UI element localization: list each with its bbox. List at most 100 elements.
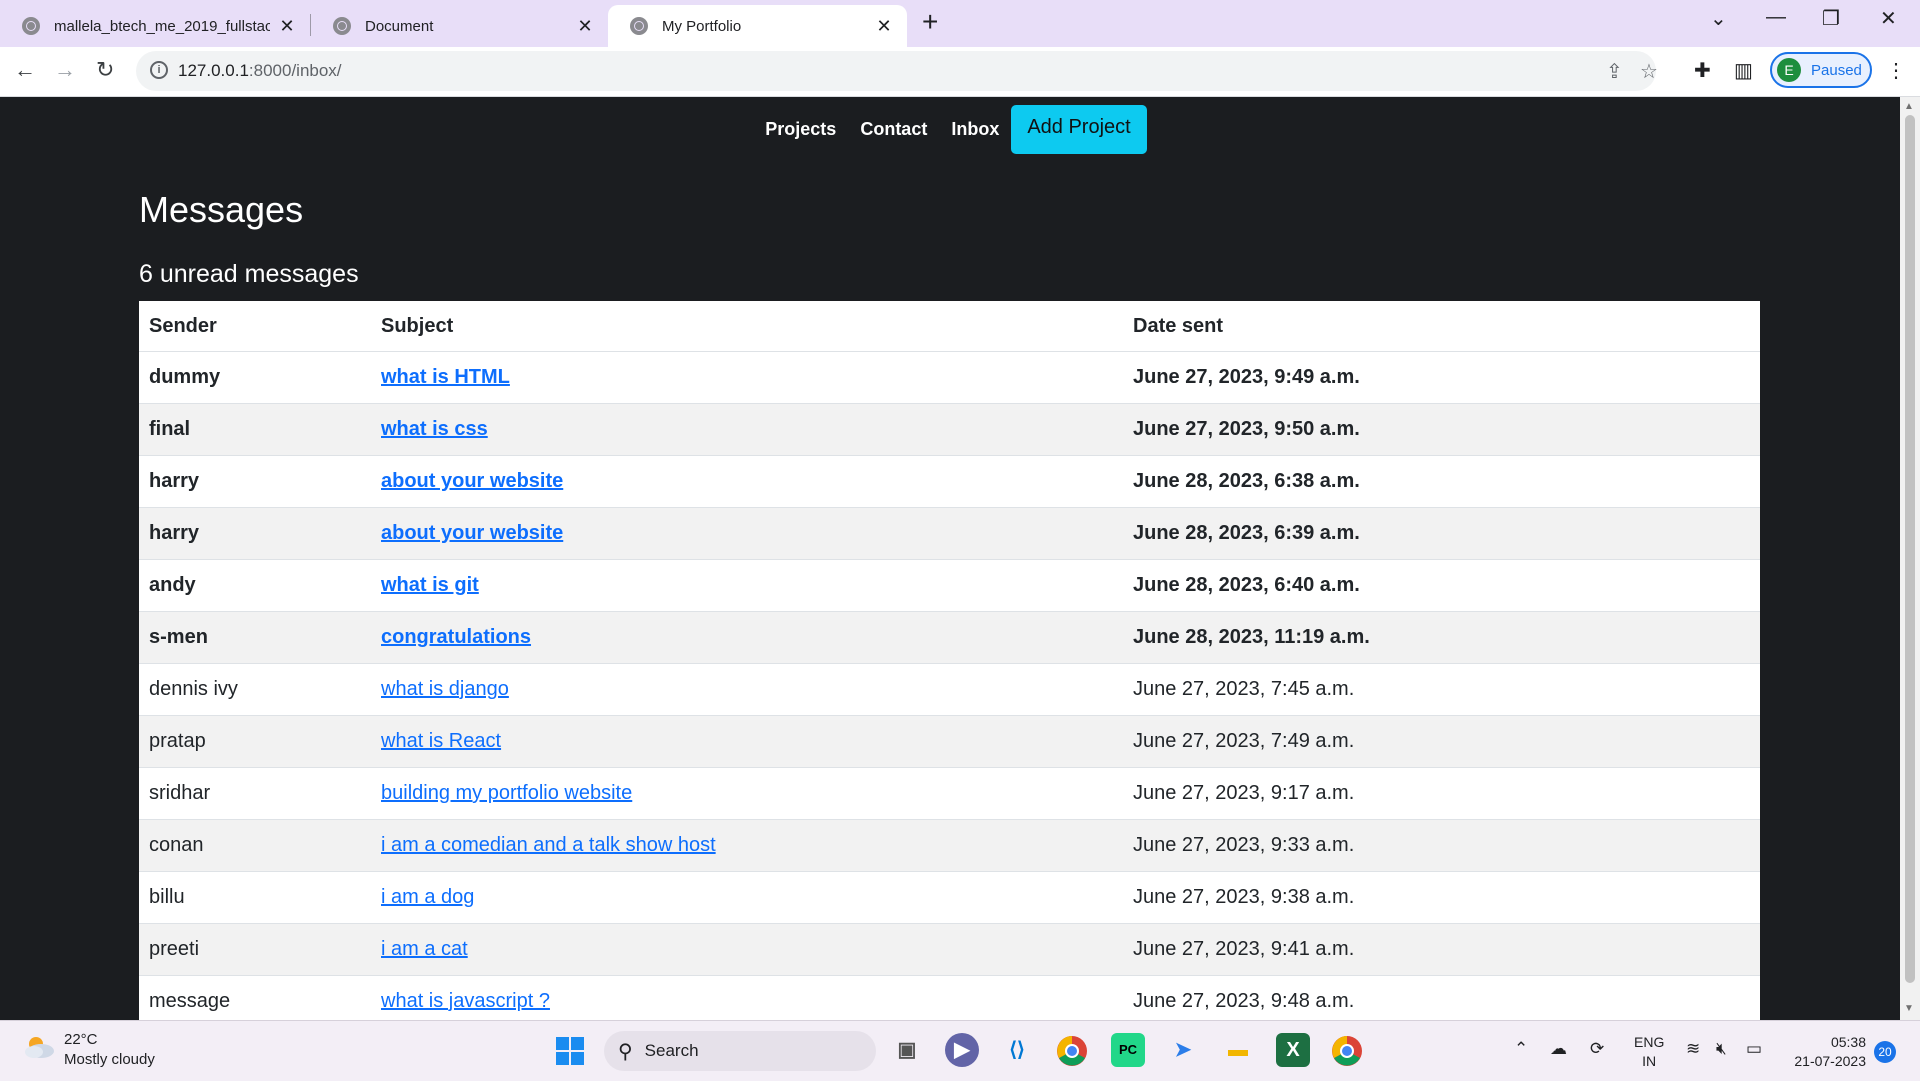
minimize-icon[interactable]: — — [1766, 6, 1786, 29]
subject-link[interactable]: building my portfolio website — [381, 782, 632, 804]
sender-cell: s-men — [139, 611, 371, 664]
scroll-up-arrow-icon[interactable]: ▲ — [1904, 101, 1914, 112]
chevron-up-icon[interactable]: ⌃ — [1514, 1039, 1528, 1059]
sender-cell: billu — [139, 871, 371, 924]
vscode-icon[interactable]: ⟨⟩ — [1000, 1033, 1034, 1067]
nav-projects-link[interactable]: Projects — [753, 105, 848, 154]
add-project-button[interactable]: Add Project — [1011, 105, 1147, 154]
close-icon[interactable]: ✕ — [576, 16, 594, 37]
tab-title: Document — [365, 17, 434, 35]
tab-document[interactable]: Document ✕ — [311, 5, 608, 47]
temperature: 22°C — [64, 1031, 98, 1048]
battery-icon[interactable]: ▭ — [1746, 1039, 1762, 1059]
task-view-icon[interactable]: ▣ — [890, 1033, 924, 1067]
date-cell: June 28, 2023, 6:40 a.m. — [1123, 559, 1760, 612]
scroll-down-arrow-icon[interactable]: ▼ — [1904, 1003, 1914, 1014]
subject-link[interactable]: about your website — [381, 470, 563, 492]
table-row: sridhar building my portfolio website Ju… — [139, 767, 1760, 820]
date-cell: June 27, 2023, 7:49 a.m. — [1123, 715, 1760, 768]
profile-button[interactable]: E Paused — [1770, 52, 1872, 88]
scrollbar-thumb[interactable] — [1905, 115, 1915, 983]
close-icon[interactable]: ✕ — [875, 16, 893, 37]
teams-chat-icon[interactable]: ▶ — [945, 1033, 979, 1067]
unread-count: 6 unread messages — [139, 260, 359, 288]
sender-cell: dummy — [139, 351, 371, 404]
page-scrollbar[interactable]: ▲ ▼ — [1900, 97, 1920, 1020]
weather-condition: Mostly cloudy — [64, 1051, 155, 1068]
wifi-icon[interactable]: ≋ — [1686, 1039, 1700, 1059]
tab-strip: mallela_btech_me_2019_fullstack ✕ Docume… — [0, 0, 1920, 47]
tab-my-portfolio[interactable]: My Portfolio ✕ — [608, 5, 907, 47]
table-row: dummy what is HTML June 27, 2023, 9:49 a… — [139, 351, 1760, 404]
subject-link[interactable]: i am a dog — [381, 886, 474, 908]
tab-mallela[interactable]: mallela_btech_me_2019_fullstack ✕ — [0, 5, 310, 47]
sender-cell: harry — [139, 455, 371, 508]
nav-inbox-link[interactable]: Inbox — [939, 105, 1011, 154]
onedrive-icon[interactable]: ☁ — [1550, 1039, 1567, 1059]
menu-kebab-icon[interactable]: ⋮ — [1886, 58, 1906, 83]
subject-link[interactable]: what is django — [381, 678, 509, 700]
site-nav: Projects Contact Inbox Add Project — [0, 105, 1900, 154]
subject-link[interactable]: what is javascript ? — [381, 990, 550, 1012]
bookmark-star-icon[interactable]: ☆ — [1640, 59, 1658, 84]
page-title: Messages — [139, 189, 304, 230]
back-arrow-icon[interactable]: ← — [14, 57, 36, 83]
restore-icon[interactable]: ❐ — [1822, 6, 1840, 31]
weather-widget[interactable]: 22°C Mostly cloudy — [64, 1030, 155, 1070]
clock[interactable]: 05:38 21-07-2023 — [1786, 1033, 1866, 1071]
share-icon[interactable]: ⇪ — [1606, 59, 1623, 84]
reload-icon[interactable]: ↻ — [96, 57, 114, 83]
chrome-icon[interactable] — [1056, 1035, 1088, 1067]
cloudy-weather-icon[interactable] — [22, 1035, 56, 1059]
url-text[interactable]: 127.0.0.1:8000/inbox/ — [178, 61, 342, 81]
sync-icon[interactable]: ⟳ — [1590, 1039, 1604, 1059]
sender-cell: harry — [139, 507, 371, 560]
globe-icon — [22, 17, 40, 35]
table-header-row: Sender Subject Date sent — [139, 301, 1760, 352]
notification-badge[interactable]: 20 — [1874, 1041, 1896, 1063]
chrome-profile-icon[interactable] — [1331, 1035, 1363, 1067]
date-cell: June 27, 2023, 7:45 a.m. — [1123, 663, 1760, 716]
windows-start-icon[interactable] — [556, 1037, 584, 1065]
sender-cell: dennis ivy — [139, 663, 371, 716]
file-explorer-icon[interactable]: ▬ — [1221, 1033, 1255, 1067]
subject-link[interactable]: i am a cat — [381, 938, 468, 960]
subject-cell: i am a comedian and a talk show host — [371, 819, 1123, 872]
tab-search-chevron-icon[interactable]: ⌄ — [1710, 6, 1727, 31]
forward-arrow-icon[interactable]: → — [54, 57, 76, 83]
sender-cell: final — [139, 403, 371, 456]
sender-cell: pratap — [139, 715, 371, 768]
search-label: Search — [644, 1041, 699, 1060]
date-cell: June 27, 2023, 9:38 a.m. — [1123, 871, 1760, 924]
tab-title: mallela_btech_me_2019_fullstack — [54, 17, 270, 35]
extensions-puzzle-icon[interactable]: ✚ — [1694, 58, 1711, 83]
subject-link[interactable]: what is css — [381, 418, 488, 440]
volume-muted-icon[interactable]: 🔇︎ — [1716, 1039, 1727, 1059]
subject-cell: what is git — [371, 559, 1123, 612]
subject-link[interactable]: what is HTML — [381, 366, 510, 388]
pycharm-icon[interactable]: PC — [1111, 1033, 1145, 1067]
subject-cell: about your website — [371, 455, 1123, 508]
window-close-icon[interactable]: ✕ — [1880, 6, 1897, 31]
column-header-date: Date sent — [1133, 314, 1224, 337]
search-icon: ⚲ — [618, 1040, 633, 1063]
table-row: harry about your website June 28, 2023, … — [139, 455, 1760, 508]
new-tab-button[interactable]: + — [922, 6, 938, 38]
edge-arrow-icon[interactable]: ➤ — [1166, 1033, 1200, 1067]
time: 05:38 — [1830, 1034, 1866, 1050]
subject-link[interactable]: congratulations — [381, 626, 531, 648]
close-icon[interactable]: ✕ — [278, 16, 296, 37]
date-cell: June 27, 2023, 9:17 a.m. — [1123, 767, 1760, 820]
excel-icon[interactable]: X — [1276, 1033, 1310, 1067]
side-panel-icon[interactable]: ▥ — [1734, 58, 1753, 83]
language-indicator[interactable]: ENG IN — [1634, 1033, 1664, 1071]
site-info-icon[interactable]: i — [150, 61, 168, 79]
subject-link[interactable]: what is git — [381, 574, 479, 596]
subject-link[interactable]: about your website — [381, 522, 563, 544]
subject-cell: what is HTML — [371, 351, 1123, 404]
nav-contact-link[interactable]: Contact — [848, 105, 939, 154]
subject-link[interactable]: what is React — [381, 730, 501, 752]
address-bar[interactable]: i 127.0.0.1:8000/inbox/ ⇪ ☆ — [136, 51, 1658, 91]
subject-link[interactable]: i am a comedian and a talk show host — [381, 834, 716, 856]
taskbar-search[interactable]: ⚲ Search — [604, 1031, 876, 1071]
